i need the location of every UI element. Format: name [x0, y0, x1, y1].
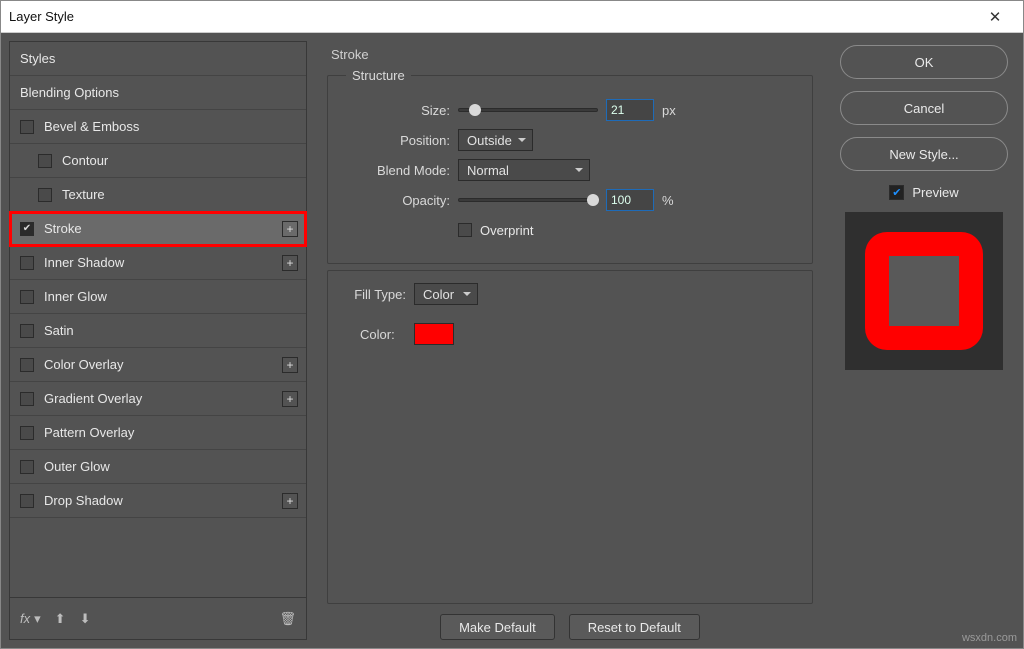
size-input[interactable]	[606, 99, 654, 121]
dialog-body: Styles Blending Options Bevel & Emboss Co…	[1, 33, 1023, 648]
panel-title: Stroke	[327, 47, 813, 62]
size-unit: px	[662, 103, 676, 118]
style-label: Color Overlay	[44, 357, 296, 372]
titlebar: Layer Style ✕	[1, 1, 1023, 33]
default-buttons: Make Default Reset to Default	[327, 614, 813, 640]
style-item-satin[interactable]: Satin	[10, 314, 306, 348]
size-slider[interactable]	[458, 108, 598, 112]
overprint-label: Overprint	[480, 223, 533, 238]
style-label: Drop Shadow	[44, 493, 296, 508]
style-item-bevel-emboss[interactable]: Bevel & Emboss	[10, 110, 306, 144]
new-style-button[interactable]: New Style...	[840, 137, 1008, 171]
trash-icon[interactable]: 🗑	[279, 611, 296, 627]
preview-label: Preview	[912, 185, 958, 200]
style-label: Bevel & Emboss	[44, 119, 296, 134]
blendmode-label: Blend Mode:	[346, 163, 450, 178]
structure-group: Structure Size: px Position: Outside Ble…	[327, 68, 813, 264]
right-column: OK Cancel New Style... ✔ Preview	[833, 41, 1015, 640]
style-checkbox[interactable]	[20, 358, 34, 372]
watermark: wsxdn.com	[962, 632, 1017, 644]
blending-options[interactable]: Blending Options	[10, 76, 306, 110]
style-label: Inner Glow	[44, 289, 296, 304]
plus-icon[interactable]: +	[282, 255, 298, 271]
style-item-stroke[interactable]: Stroke+	[10, 212, 306, 246]
style-checkbox[interactable]	[20, 494, 34, 508]
preview-thumbnail	[845, 212, 1003, 370]
style-item-pattern-overlay[interactable]: Pattern Overlay	[10, 416, 306, 450]
style-checkbox[interactable]	[20, 460, 34, 474]
opacity-slider[interactable]	[458, 198, 598, 202]
filltype-select[interactable]: Color	[414, 283, 478, 305]
plus-icon[interactable]: +	[282, 357, 298, 373]
preview-checkbox[interactable]: ✔	[889, 185, 904, 200]
cancel-button[interactable]: Cancel	[840, 91, 1008, 125]
style-item-contour[interactable]: Contour	[10, 144, 306, 178]
style-checkbox[interactable]	[20, 120, 34, 134]
position-select[interactable]: Outside	[458, 129, 533, 151]
style-checkbox[interactable]	[20, 324, 34, 338]
style-checkbox[interactable]	[38, 154, 52, 168]
fx-icon[interactable]: fx	[20, 611, 30, 626]
style-checkbox[interactable]	[20, 290, 34, 304]
style-label: Inner Shadow	[44, 255, 296, 270]
arrow-down-icon[interactable]: ⬇	[80, 611, 91, 627]
options-panel: Stroke Structure Size: px Position: Outs…	[315, 41, 825, 640]
style-label: Outer Glow	[44, 459, 296, 474]
opacity-unit: %	[662, 193, 674, 208]
blendmode-select[interactable]: Normal	[458, 159, 590, 181]
style-label: Stroke	[44, 221, 296, 236]
opacity-input[interactable]	[606, 189, 654, 211]
position-label: Position:	[346, 133, 450, 148]
structure-legend: Structure	[346, 68, 411, 83]
style-checkbox[interactable]	[38, 188, 52, 202]
style-item-gradient-overlay[interactable]: Gradient Overlay+	[10, 382, 306, 416]
size-label: Size:	[346, 103, 450, 118]
plus-icon[interactable]: +	[282, 391, 298, 407]
style-item-texture[interactable]: Texture	[10, 178, 306, 212]
style-checkbox[interactable]	[20, 392, 34, 406]
opacity-label: Opacity:	[346, 193, 450, 208]
style-item-inner-glow[interactable]: Inner Glow	[10, 280, 306, 314]
style-item-outer-glow[interactable]: Outer Glow	[10, 450, 306, 484]
style-label: Gradient Overlay	[44, 391, 296, 406]
preview-shape	[865, 232, 983, 350]
close-icon[interactable]: ✕	[975, 1, 1015, 33]
styles-list: Styles Blending Options Bevel & Emboss Co…	[9, 41, 307, 598]
styles-column: Styles Blending Options Bevel & Emboss Co…	[9, 41, 307, 640]
styles-header[interactable]: Styles	[10, 42, 306, 76]
style-checkbox[interactable]	[20, 222, 34, 236]
preview-row: ✔ Preview	[889, 185, 958, 200]
style-item-color-overlay[interactable]: Color Overlay+	[10, 348, 306, 382]
make-default-button[interactable]: Make Default	[440, 614, 555, 640]
layer-style-dialog: Layer Style ✕ Styles Blending Options Be…	[0, 0, 1024, 649]
reset-default-button[interactable]: Reset to Default	[569, 614, 700, 640]
window-title: Layer Style	[9, 9, 975, 24]
color-swatch[interactable]	[414, 323, 454, 345]
style-label: Texture	[62, 187, 296, 202]
color-label: Color:	[346, 327, 406, 342]
style-checkbox[interactable]	[20, 426, 34, 440]
style-item-drop-shadow[interactable]: Drop Shadow+	[10, 484, 306, 518]
fill-group: Fill Type: Color Color:	[327, 270, 813, 604]
overprint-checkbox[interactable]	[458, 223, 472, 237]
plus-icon[interactable]: +	[282, 493, 298, 509]
style-label: Satin	[44, 323, 296, 338]
plus-icon[interactable]: +	[282, 221, 298, 237]
arrow-up-icon[interactable]: ⬆	[55, 611, 66, 627]
style-label: Contour	[62, 153, 296, 168]
ok-button[interactable]: OK	[840, 45, 1008, 79]
styles-footer: fx▾ ⬆ ⬇ 🗑	[9, 598, 307, 640]
style-label: Pattern Overlay	[44, 425, 296, 440]
style-item-inner-shadow[interactable]: Inner Shadow+	[10, 246, 306, 280]
filltype-label: Fill Type:	[346, 287, 406, 302]
style-checkbox[interactable]	[20, 256, 34, 270]
